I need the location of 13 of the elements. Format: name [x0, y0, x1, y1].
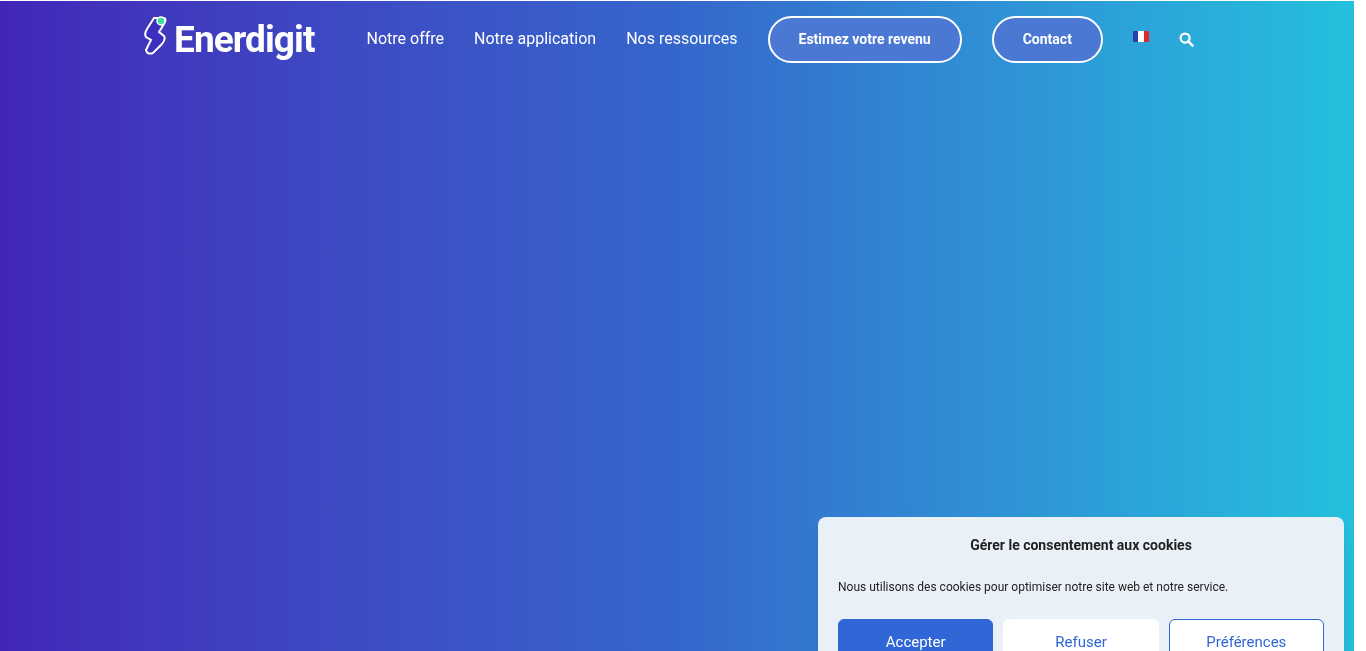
logo-icon: [142, 15, 168, 55]
consent-button[interactable]: Accepter: [838, 619, 994, 651]
cta-button[interactable]: Estimez votre revenu: [767, 15, 962, 63]
flag-icon[interactable]: [1132, 30, 1149, 42]
consent-button[interactable]: Refuser: [1003, 619, 1159, 651]
logo-text: Enerdigit: [174, 20, 315, 58]
consent-button[interactable]: Préférences: [1168, 619, 1324, 651]
banner-message: Nous utilisons des cookies pour optimiser notre site web et notre service.: [838, 579, 1230, 596]
nav-link[interactable]: Notre application: [474, 27, 597, 51]
banner-title: Gérer le consentement aux cookies: [969, 536, 1193, 555]
nav-link[interactable]: Nos ressources: [626, 27, 738, 51]
nav-link[interactable]: Notre offre: [366, 27, 444, 51]
search-icon[interactable]: [1178, 31, 1194, 47]
